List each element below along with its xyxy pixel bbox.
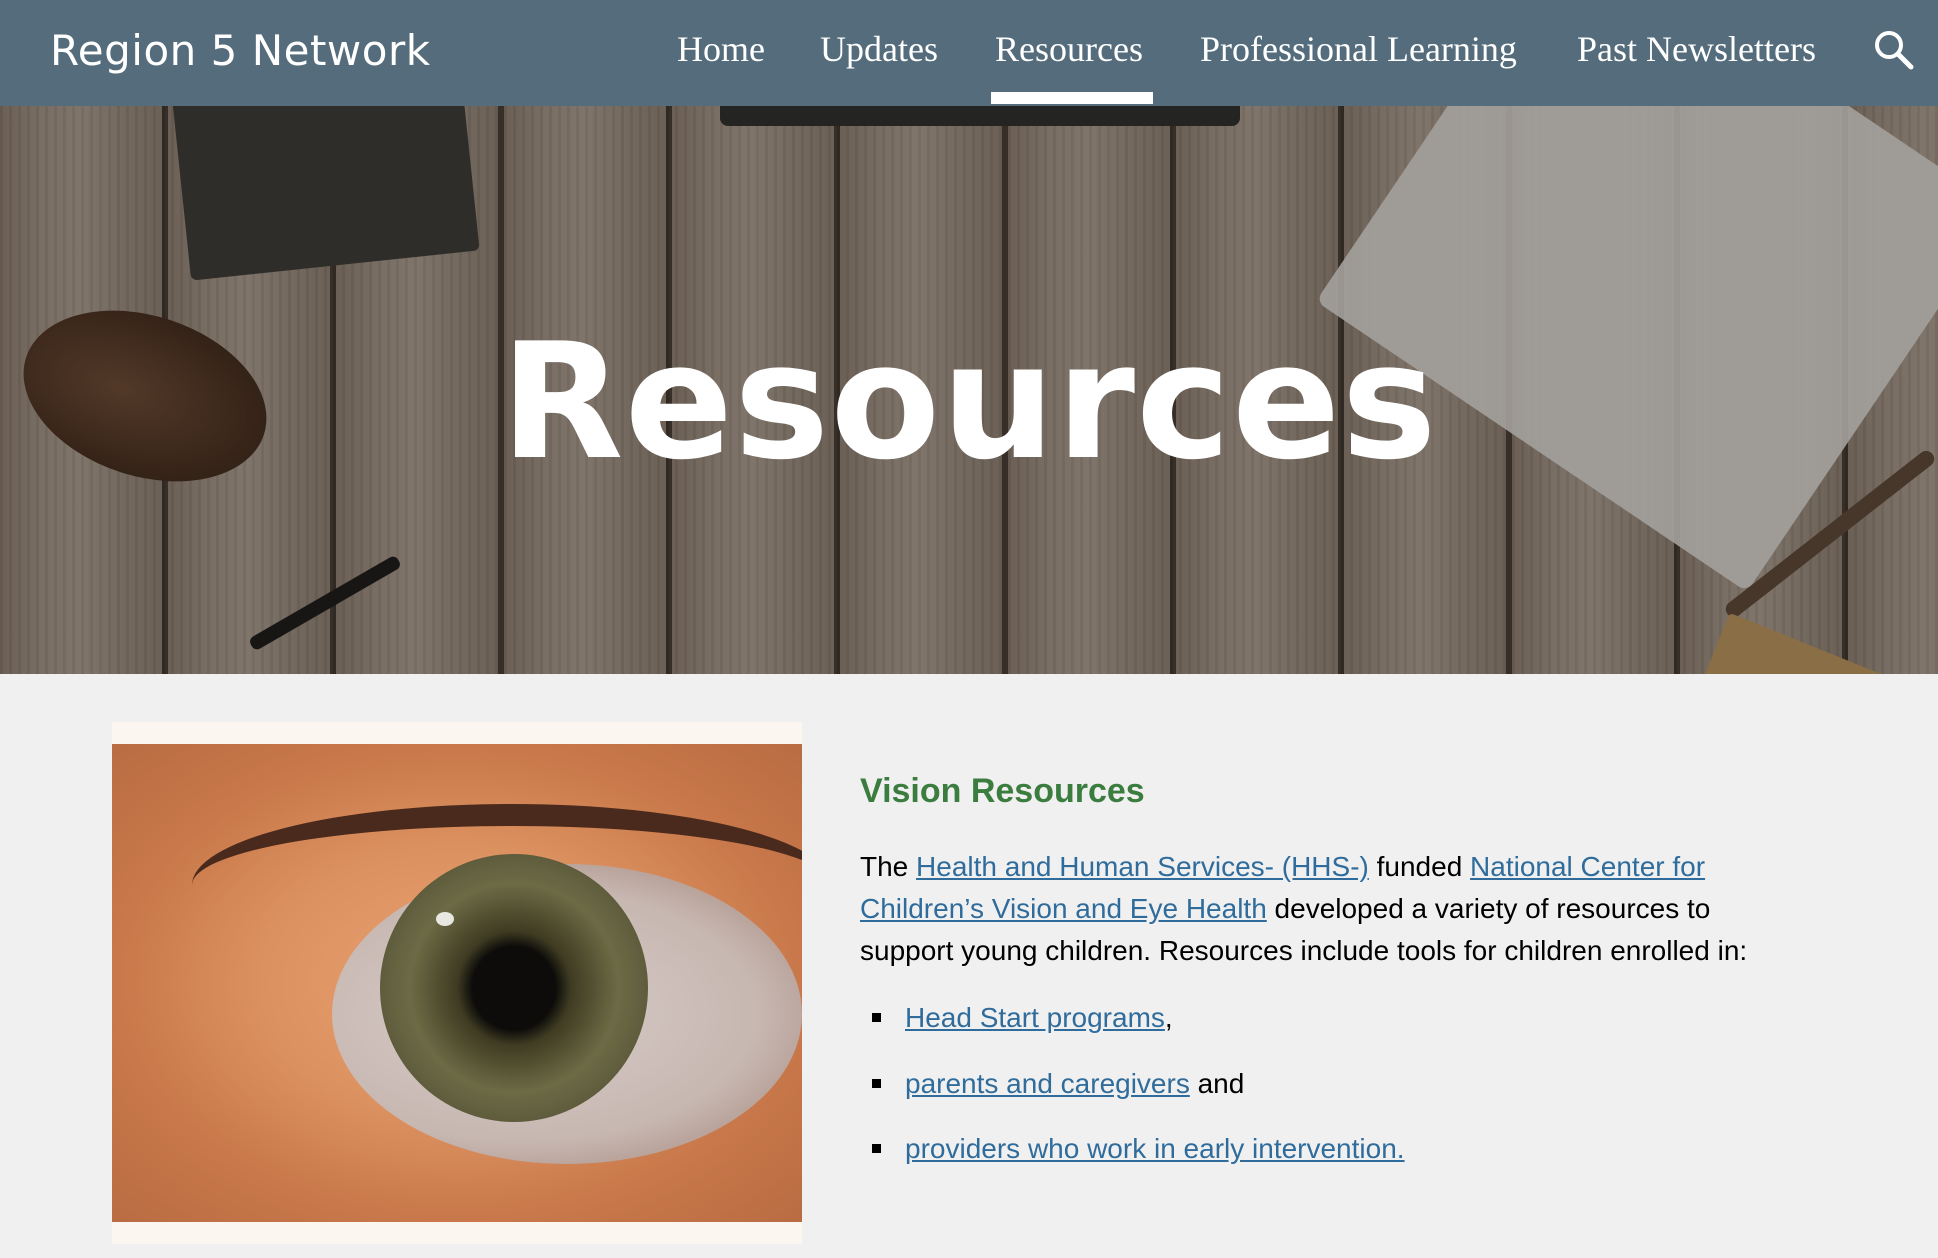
nav-past-newsletters[interactable]: Past Newsletters	[1577, 28, 1816, 70]
ncvh-link-part2[interactable]: Children’s Vision and Eye Health	[860, 893, 1267, 924]
para-line-2: Children’s Vision and Eye Health develop…	[860, 888, 1900, 930]
bullet-icon	[872, 1079, 881, 1089]
site-title[interactable]: Region 5 Network	[50, 26, 431, 75]
para-the: The	[860, 851, 909, 882]
list-item: providers who work in early intervention…	[872, 1128, 1405, 1170]
early-intervention-link[interactable]: providers who work in early intervention…	[905, 1133, 1405, 1164]
page-title: Resources	[500, 308, 1438, 495]
hero-banner: Resources	[0, 106, 1938, 674]
eye-highlight	[436, 912, 454, 926]
list-item: Head Start programs,	[872, 997, 1173, 1039]
active-nav-indicator	[991, 92, 1153, 104]
nav-professional-learning[interactable]: Professional Learning	[1200, 28, 1517, 70]
search-icon-svg	[1875, 31, 1914, 70]
bullet-suffix: and	[1189, 1068, 1245, 1099]
para-line-3: support young children. Resources includ…	[860, 935, 1748, 966]
nav-resources[interactable]: Resources	[995, 28, 1143, 70]
intro-paragraph: The Health and Human Services- (HHS-) fu…	[860, 846, 1900, 972]
para-funded: funded	[1376, 851, 1463, 882]
site-header: Region 5 Network Home Updates Resources …	[0, 0, 1938, 106]
eye-image	[112, 722, 802, 1244]
para-developed: developed a variety of resources to	[1274, 893, 1711, 924]
para-line-1: The Health and Human Services- (HHS-) fu…	[860, 846, 1900, 888]
bullet-icon	[872, 1144, 881, 1154]
eye-photo	[112, 744, 802, 1222]
section-heading: Vision Resources	[860, 772, 1145, 810]
parents-caregivers-link[interactable]: parents and caregivers	[905, 1068, 1190, 1099]
bullet-icon	[872, 1013, 881, 1023]
head-start-link[interactable]: Head Start programs	[905, 1002, 1165, 1033]
search-icon[interactable]	[1872, 28, 1916, 72]
list-item: parents and caregivers and	[872, 1063, 1244, 1105]
eye-iris	[380, 854, 648, 1122]
nav-updates[interactable]: Updates	[820, 28, 938, 70]
bullet-suffix: ,	[1164, 1002, 1173, 1033]
hhs-link[interactable]: Health and Human Services- (HHS-)	[916, 851, 1369, 882]
nav-home[interactable]: Home	[677, 28, 765, 70]
ncvh-link-part1[interactable]: National Center for	[1470, 851, 1705, 882]
